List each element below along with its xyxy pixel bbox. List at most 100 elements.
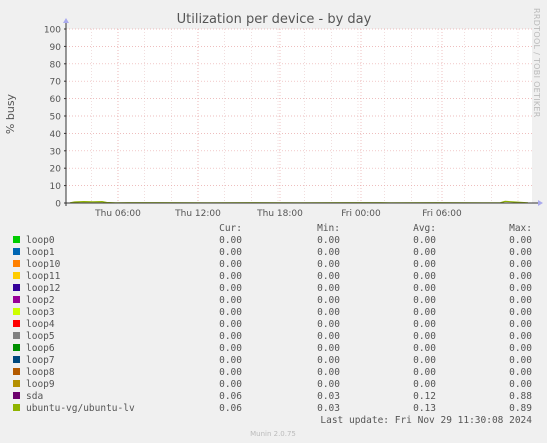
legend-swatch	[13, 380, 20, 387]
legend-series-name: loop12	[26, 283, 60, 294]
legend-value-avg: 0.12	[413, 391, 436, 402]
y-tick-label: 90	[50, 43, 62, 53]
legend-value-max: 0.00	[509, 235, 532, 246]
legend-value-max: 0.00	[509, 319, 532, 330]
rrdtool-credit: RRDTOOL / TOBI OETIKER	[532, 8, 541, 118]
x-tick-label: Thu 12:00	[174, 209, 221, 219]
legend-series-name: loop0	[26, 235, 55, 246]
legend-swatch	[13, 236, 20, 243]
legend-series-name: loop3	[26, 307, 55, 318]
stats-header: Max:	[509, 223, 532, 234]
legend-value-cur: 0.00	[219, 331, 242, 342]
legend-value-avg: 0.13	[413, 403, 436, 414]
legend-swatch	[13, 248, 20, 255]
legend-value-max: 0.00	[509, 367, 532, 378]
legend-value-cur: 0.00	[219, 379, 242, 390]
legend-value-min: 0.00	[317, 235, 340, 246]
y-tick-label: 100	[44, 26, 61, 36]
y-tick-label: 20	[50, 165, 62, 175]
legend-value-min: 0.03	[317, 391, 340, 402]
y-tick-label: 10	[50, 182, 62, 192]
y-tick-label: 60	[50, 95, 62, 105]
x-axis-arrow	[538, 200, 543, 206]
legend-value-max: 0.00	[509, 283, 532, 294]
chart: Utilization per device - by day RRDTOOL …	[4, 8, 543, 438]
legend-value-avg: 0.00	[413, 271, 436, 282]
legend-value-avg: 0.00	[413, 235, 436, 246]
chart-title: Utilization per device - by day	[177, 12, 372, 27]
legend-series-name: loop1	[26, 247, 55, 258]
legend-swatch	[13, 296, 20, 303]
legend-series-name: loop11	[26, 271, 61, 282]
legend-series-name: loop10	[26, 259, 61, 270]
legend-value-avg: 0.00	[413, 307, 436, 318]
legend-swatch	[13, 332, 20, 339]
x-tick-label: Fri 06:00	[422, 209, 462, 219]
legend-value-min: 0.00	[317, 355, 340, 366]
x-tick-label: Thu 18:00	[256, 209, 303, 219]
legend-value-avg: 0.00	[413, 319, 436, 330]
legend-value-cur: 0.00	[219, 343, 242, 354]
legend-value-cur: 0.00	[219, 235, 242, 246]
stats-header: Cur:	[219, 223, 242, 234]
y-tick-label: 40	[50, 130, 62, 140]
y-tick-label: 50	[50, 113, 62, 123]
legend-value-cur: 0.00	[219, 271, 242, 282]
x-tick-label: Thu 06:00	[94, 209, 141, 219]
legend-value-cur: 0.00	[219, 367, 242, 378]
legend-series-name: loop2	[26, 295, 55, 306]
legend: Cur: Min: Avg: Max:loop0 0.00 0.00 0.00 0.00loo…	[13, 223, 532, 414]
legend-value-max: 0.00	[509, 379, 532, 390]
y-tick-label: 0	[55, 200, 61, 210]
legend-series-name: loop8	[26, 367, 55, 378]
legend-swatch	[13, 284, 20, 291]
legend-swatch	[13, 260, 20, 267]
legend-value-max: 0.00	[509, 247, 532, 258]
grid	[66, 28, 532, 203]
y-axis-label: % busy	[4, 93, 17, 134]
legend-value-min: 0.00	[317, 295, 340, 306]
legend-value-avg: 0.00	[413, 367, 436, 378]
legend-value-cur: 0.00	[219, 319, 242, 330]
legend-value-min: 0.00	[317, 283, 340, 294]
stats-header: Min:	[317, 223, 340, 234]
stats-header: Avg:	[413, 223, 436, 234]
y-tick-label: 30	[50, 147, 62, 157]
legend-value-avg: 0.00	[413, 259, 436, 270]
legend-value-min: 0.00	[317, 259, 340, 270]
y-axis-arrow	[63, 18, 69, 23]
legend-value-min: 0.00	[317, 307, 340, 318]
legend-value-min: 0.00	[317, 247, 340, 258]
legend-value-avg: 0.00	[413, 295, 436, 306]
legend-swatch	[13, 392, 20, 399]
x-tick-label: Fri 00:00	[341, 209, 381, 219]
legend-value-max: 0.88	[509, 391, 532, 402]
legend-series-name: loop5	[26, 331, 55, 342]
legend-swatch	[13, 320, 20, 327]
legend-value-max: 0.00	[509, 355, 532, 366]
munin-footer: Munin 2.0.75	[250, 430, 296, 438]
legend-series-name: sda	[26, 391, 43, 402]
legend-series-name: ubuntu-vg/ubuntu-lv	[26, 403, 135, 414]
legend-value-avg: 0.00	[413, 247, 436, 258]
legend-series-name: loop4	[26, 319, 55, 330]
legend-series-name: loop6	[26, 343, 55, 354]
legend-value-avg: 0.00	[413, 283, 436, 294]
legend-value-cur: 0.00	[219, 355, 242, 366]
legend-value-max: 0.00	[509, 343, 532, 354]
y-tick-label: 70	[50, 78, 62, 88]
legend-series-name: loop9	[26, 379, 55, 390]
legend-value-min: 0.00	[317, 319, 340, 330]
legend-value-max: 0.00	[509, 331, 532, 342]
legend-value-min: 0.00	[317, 331, 340, 342]
legend-value-min: 0.00	[317, 271, 340, 282]
y-ticks: 0 10 20 30 40 50 60 70 80 90 100	[44, 26, 66, 210]
legend-value-min: 0.00	[317, 367, 340, 378]
legend-value-max: 0.00	[509, 259, 532, 270]
legend-value-min: 0.00	[317, 343, 340, 354]
legend-value-max: 0.00	[509, 271, 532, 282]
legend-value-max: 0.00	[509, 295, 532, 306]
x-ticks: Thu 06:00 Thu 12:00 Thu 18:00 Fri 00:00 Fri …	[94, 209, 462, 219]
legend-value-cur: 0.00	[219, 307, 242, 318]
legend-value-cur: 0.00	[219, 283, 242, 294]
